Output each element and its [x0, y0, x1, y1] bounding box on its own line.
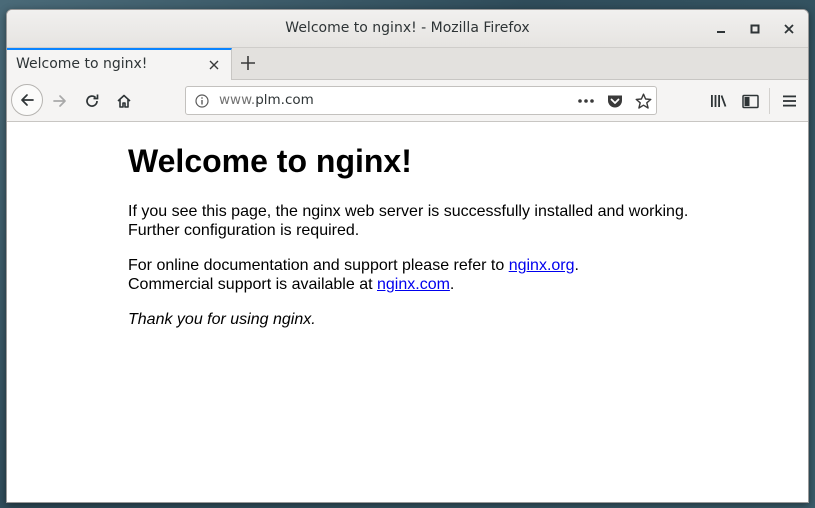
maximize-icon [750, 24, 760, 34]
tab-welcome-nginx[interactable]: Welcome to nginx! [7, 48, 232, 80]
intro-paragraph: If you see this page, the nginx web serv… [128, 202, 688, 240]
back-button[interactable] [11, 84, 43, 116]
sidebar-icon [741, 94, 759, 108]
library-button[interactable] [707, 90, 729, 112]
close-window-button[interactable] [779, 19, 799, 39]
pocket-icon [608, 95, 622, 107]
intro-line-1: If you see this page, the nginx web serv… [128, 203, 689, 220]
minimize-icon [717, 31, 725, 33]
forward-button[interactable] [49, 90, 71, 112]
tab-strip: Welcome to nginx! [7, 48, 808, 80]
forward-arrow-icon [53, 95, 66, 107]
nginx-org-link[interactable]: nginx.org [509, 257, 575, 274]
home-button[interactable] [113, 90, 135, 112]
library-icon [710, 95, 726, 107]
title-bar: Welcome to nginx! - Mozilla Firefox [7, 10, 808, 48]
page-content: Welcome to nginx! If you see this page, … [7, 122, 808, 502]
star-icon [635, 93, 651, 109]
hamburger-menu-icon [782, 95, 796, 107]
home-icon [117, 94, 131, 108]
navigation-toolbar: www.plm.com [7, 80, 808, 122]
url-prefix: www. [219, 92, 256, 108]
maximize-button[interactable] [745, 19, 765, 39]
pocket-button[interactable] [606, 93, 624, 109]
minimize-button[interactable] [711, 19, 731, 39]
toolbar-separator [769, 88, 770, 114]
page-actions-button[interactable] [576, 93, 596, 109]
open-menu-button[interactable] [778, 90, 800, 112]
commercial-text: Commercial support is available at [128, 276, 377, 293]
url-domain: plm.com [255, 92, 314, 108]
commercial-period: . [449, 276, 455, 293]
support-paragraph: For online documentation and support ple… [128, 256, 579, 294]
bookmark-star-button[interactable] [634, 92, 652, 110]
tab-label: Welcome to nginx! [16, 56, 148, 72]
tab-close-button[interactable] [206, 57, 222, 73]
tab-close-icon [209, 60, 219, 70]
intro-line-2: Further configuration is required. [128, 222, 360, 239]
close-icon [784, 24, 794, 34]
plus-icon [241, 56, 255, 70]
thank-you-text: Thank you for using nginx. [128, 311, 316, 328]
page-heading: Welcome to nginx! [128, 143, 412, 179]
more-icon [578, 99, 594, 103]
new-tab-button[interactable] [238, 53, 258, 73]
reload-icon [86, 94, 99, 107]
sidebar-button[interactable] [739, 90, 761, 112]
url-bar[interactable]: www.plm.com [185, 86, 657, 115]
url-text[interactable]: www.plm.com [219, 92, 314, 108]
window-title: Welcome to nginx! - Mozilla Firefox [285, 20, 530, 36]
back-arrow-icon [21, 94, 34, 106]
nginx-com-link[interactable]: nginx.com [377, 276, 450, 293]
docs-text: For online documentation and support ple… [128, 257, 509, 274]
site-info-button[interactable] [194, 93, 210, 109]
info-icon [195, 94, 209, 108]
reload-button[interactable] [81, 90, 103, 112]
docs-period: . [574, 257, 579, 274]
browser-window: Welcome to nginx! - Mozilla Firefox Welc… [6, 9, 809, 503]
